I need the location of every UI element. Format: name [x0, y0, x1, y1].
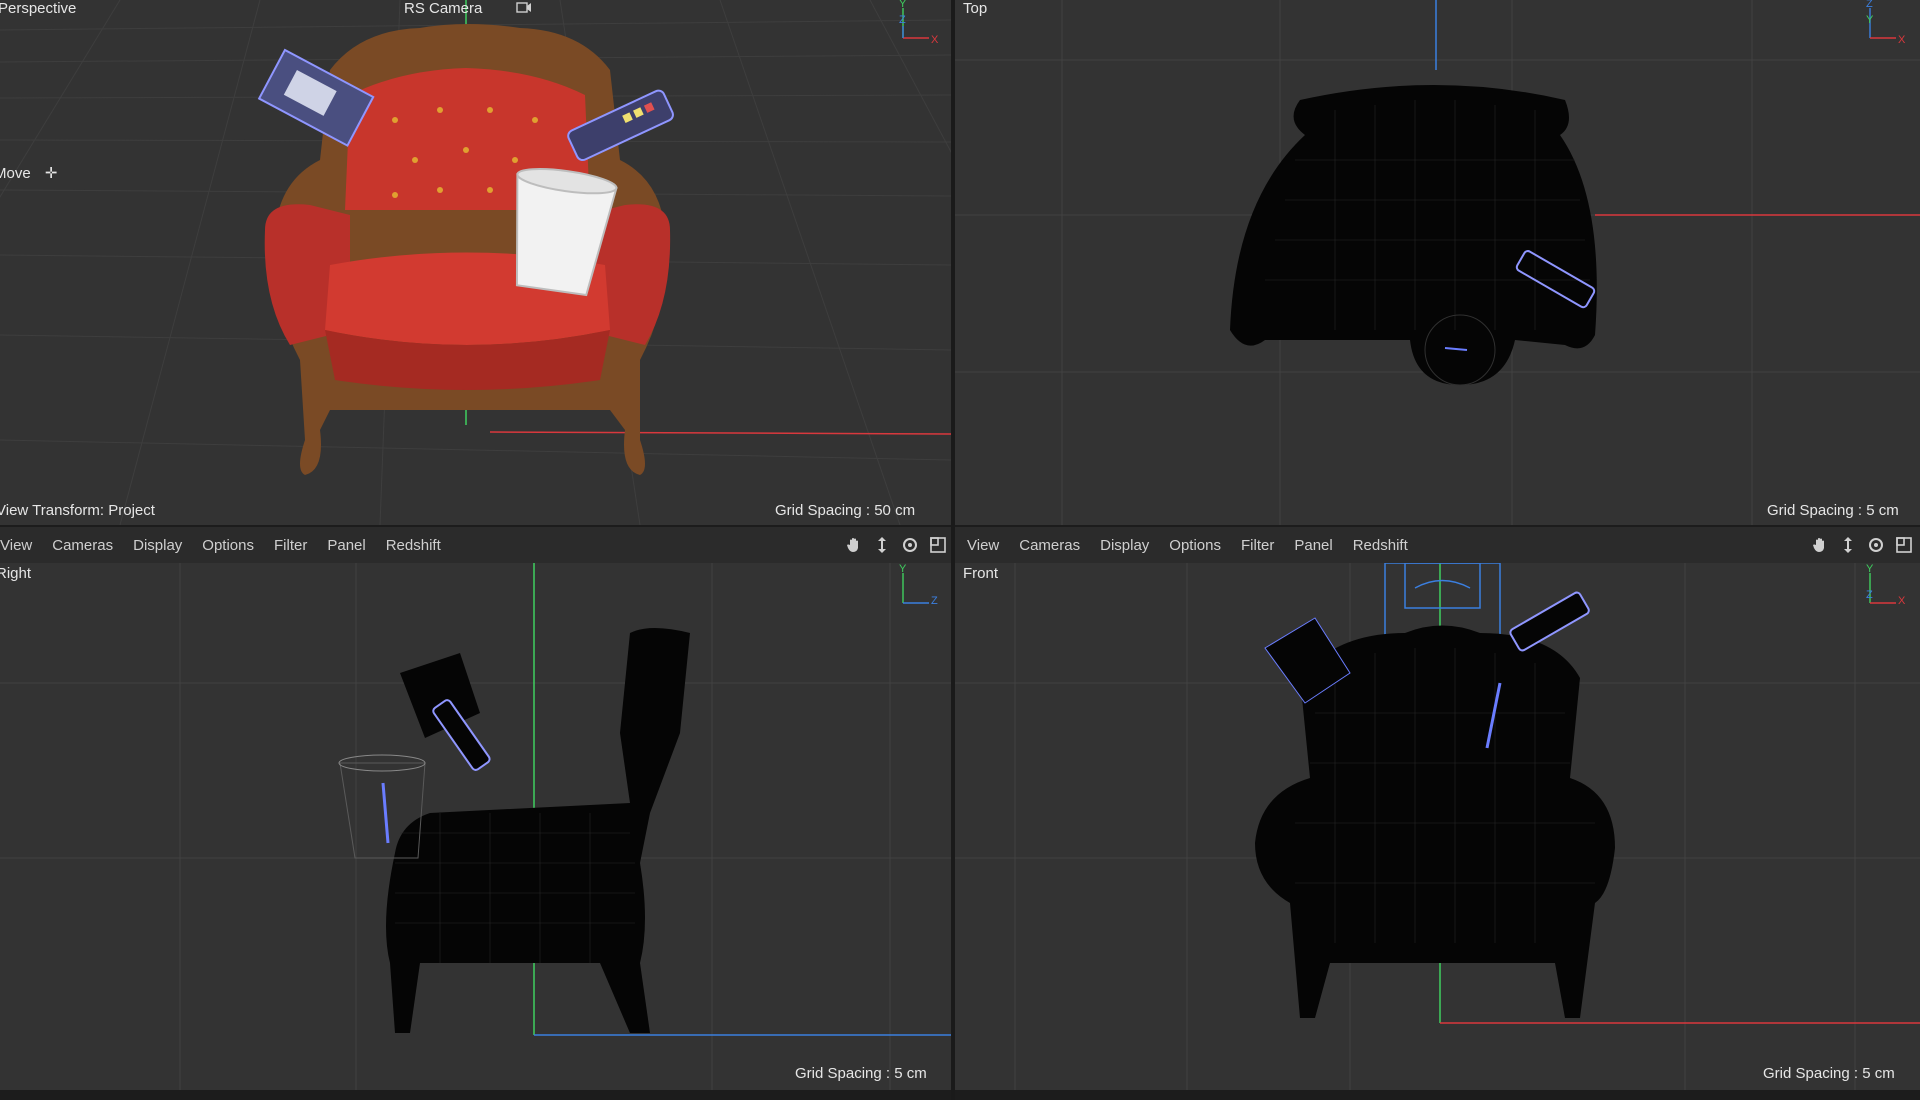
front-viewport[interactable]: Front Grid Spacing : 5 cm Y Z X: [955, 563, 1920, 1090]
menu-options[interactable]: Options: [202, 537, 254, 554]
move-view-icon[interactable]: [872, 535, 892, 555]
perspective-viewport[interactable]: Perspective RS Camera Move ✛ View Transf…: [0, 0, 951, 525]
rotate-view-icon[interactable]: [900, 535, 920, 555]
axis-z-label: Z: [899, 14, 906, 26]
axis-gizmo-perspective: Y Z X: [893, 0, 939, 46]
grid-spacing-front: Grid Spacing : 5 cm: [1763, 1065, 1895, 1082]
axis-y-label: Y: [899, 0, 907, 10]
menubar-bottom-left: View Cameras Display Options Filter Pane…: [0, 527, 951, 563]
axis-gizmo-top: Z Y X: [1860, 0, 1906, 46]
active-tool-name: Move: [0, 165, 31, 182]
hand-pan-icon[interactable]: [844, 535, 864, 555]
grid-spacing-perspective: Grid Spacing : 50 cm: [775, 502, 916, 519]
axis-z-label-top: Z: [1866, 0, 1873, 10]
menu-list-left: View Cameras Display Options Filter Pane…: [0, 537, 461, 554]
axis-x-label-front: X: [1898, 595, 1906, 607]
viewport-name-front[interactable]: Front: [963, 565, 998, 582]
camera-label[interactable]: RS Camera: [404, 0, 482, 17]
viewport-name-right[interactable]: Right: [0, 565, 31, 582]
axis-x-label-top: X: [1898, 34, 1906, 46]
axis-y-label-top: Y: [1866, 14, 1874, 26]
grid-spacing-right: Grid Spacing : 5 cm: [795, 1065, 927, 1082]
view-nav-icons-right: [1810, 527, 1914, 563]
menu-options[interactable]: Options: [1169, 537, 1221, 554]
axis-x-label: X: [931, 34, 939, 46]
right-viewport[interactable]: Right Grid Spacing : 5 cm Y Z: [0, 563, 951, 1090]
move-view-icon[interactable]: [1838, 535, 1858, 555]
menubar-bottom-right: View Cameras Display Options Filter Pane…: [955, 527, 1920, 563]
menu-filter[interactable]: Filter: [274, 537, 307, 554]
menu-display[interactable]: Display: [1100, 537, 1149, 554]
axis-gizmo-front: Y Z X: [1860, 563, 1906, 611]
viewport-name-perspective[interactable]: Perspective: [0, 0, 76, 17]
menu-filter[interactable]: Filter: [1241, 537, 1274, 554]
armchair-wireframe-front[interactable]: [1255, 591, 1615, 1018]
menu-display[interactable]: Display: [133, 537, 182, 554]
menu-view[interactable]: View: [967, 537, 999, 554]
maximize-view-icon[interactable]: [928, 535, 948, 555]
axis-y-label-right: Y: [899, 563, 907, 575]
armchair-wireframe-right[interactable]: [338, 628, 690, 1033]
camera-icon[interactable]: [516, 0, 532, 18]
rotate-view-icon[interactable]: [1866, 535, 1886, 555]
menu-cameras[interactable]: Cameras: [1019, 537, 1080, 554]
right-grid: [0, 563, 951, 1090]
menu-panel[interactable]: Panel: [1294, 537, 1332, 554]
menu-panel[interactable]: Panel: [327, 537, 365, 554]
perspective-grid: [0, 0, 951, 525]
grid-spacing-top: Grid Spacing : 5 cm: [1767, 502, 1899, 519]
axis-z-label-right: Z: [931, 595, 938, 607]
axis-gizmo-right: Y Z: [893, 563, 939, 611]
menu-cameras[interactable]: Cameras: [52, 537, 113, 554]
maximize-view-icon[interactable]: [1894, 535, 1914, 555]
hand-pan-icon[interactable]: [1810, 535, 1830, 555]
cinema4d-viewport-layout: Perspective RS Camera Move ✛ View Transf…: [0, 0, 1920, 1100]
move-tool-icon: ✛: [44, 165, 58, 182]
viewport-name-top[interactable]: Top: [963, 0, 987, 17]
armchair-wireframe-top[interactable]: [1230, 85, 1597, 386]
view-nav-icons-left: [844, 527, 948, 563]
menu-redshift[interactable]: Redshift: [386, 537, 441, 554]
menu-view[interactable]: View: [0, 537, 32, 554]
active-tool-label: Move ✛: [0, 164, 57, 182]
menu-redshift[interactable]: Redshift: [1353, 537, 1408, 554]
axis-y-label-front: Y: [1866, 563, 1874, 575]
top-grid: [955, 0, 1920, 525]
viewport-splitter-vertical[interactable]: [951, 0, 955, 1100]
menu-list-right: View Cameras Display Options Filter Pane…: [955, 537, 1428, 554]
view-transform-label: View Transform: Project: [0, 502, 155, 519]
front-grid: [955, 563, 1920, 1090]
axis-z-label-front: Z: [1866, 589, 1873, 601]
top-viewport[interactable]: Top Grid Spacing : 5 cm Z Y X: [955, 0, 1920, 525]
